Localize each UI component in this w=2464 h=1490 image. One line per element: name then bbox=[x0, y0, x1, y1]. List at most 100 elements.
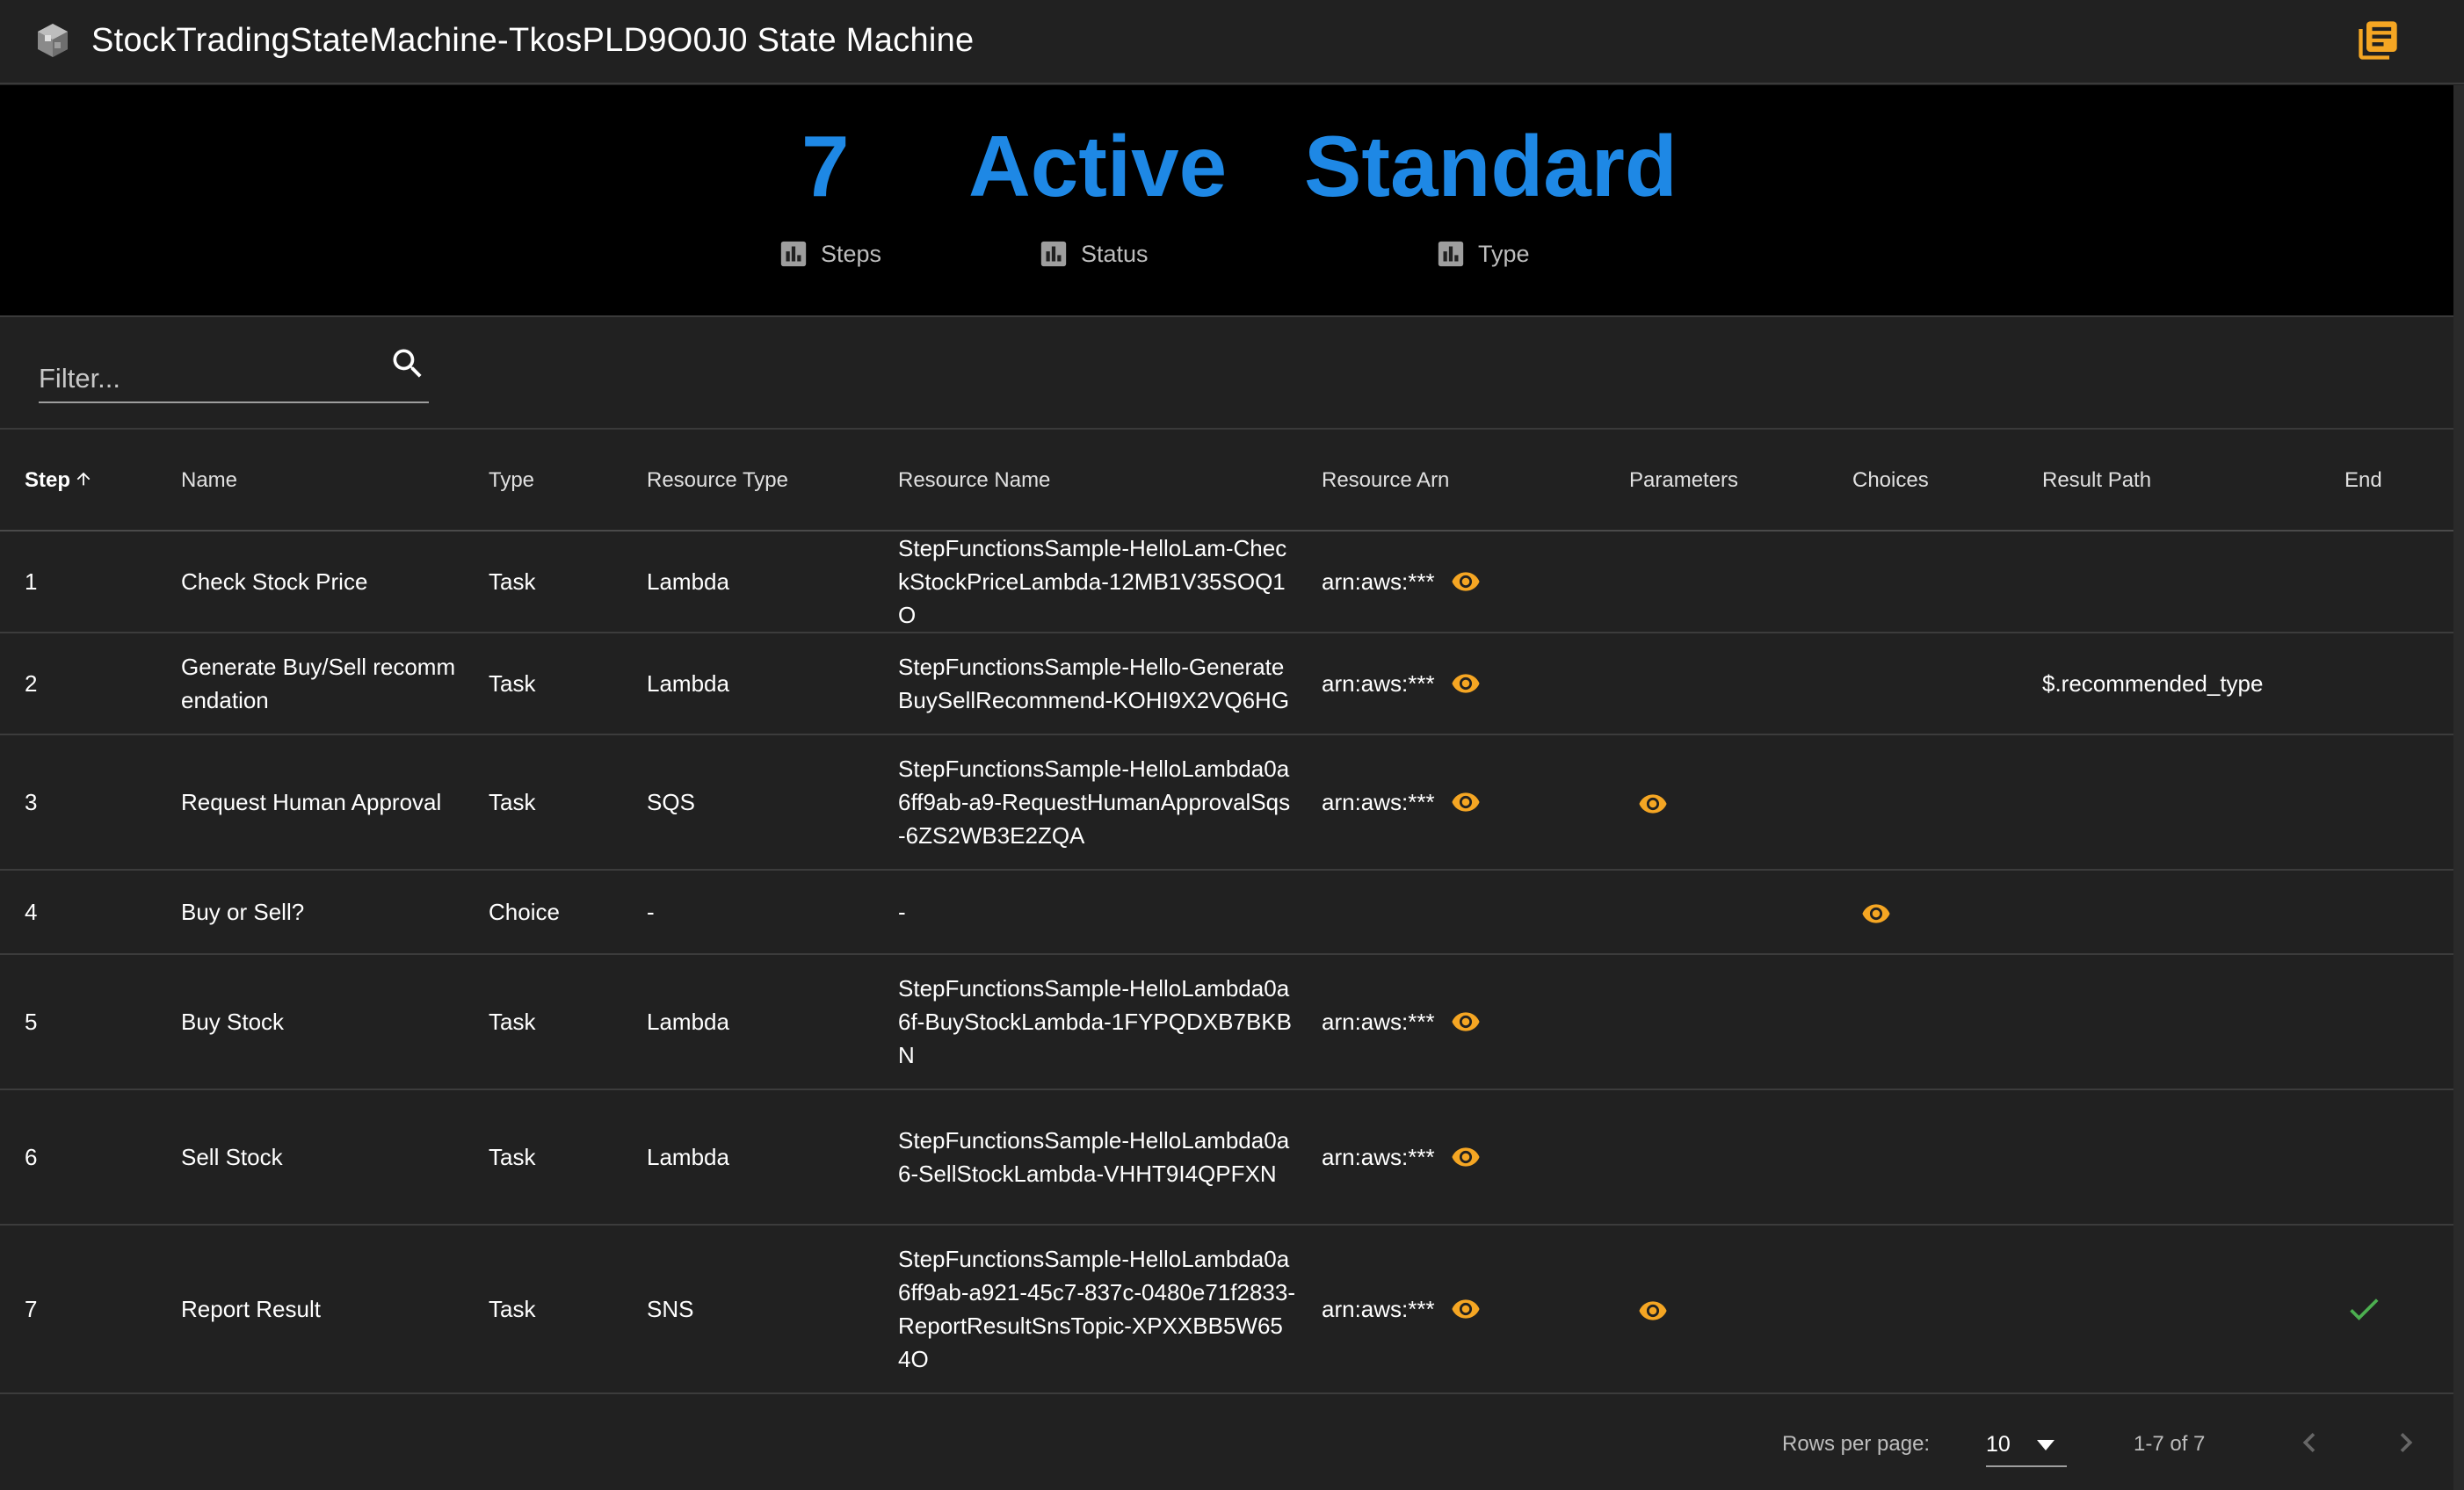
table-row: 2 Generate Buy/Sell recommendation Task Lam… bbox=[0, 633, 2453, 735]
bar-chart-icon bbox=[1438, 241, 1464, 267]
resource-arn-text: arn:aws:*** bbox=[1322, 568, 1435, 595]
column-header-parameters[interactable]: Parameters bbox=[1629, 430, 1852, 532]
table-row: 1 Check Stock Price Task Lambda StepFunction… bbox=[0, 531, 2453, 633]
column-header-step-label: Step bbox=[25, 467, 71, 492]
cell-resource-arn: arn:aws:*** bbox=[1322, 1140, 1629, 1174]
eye-icon[interactable] bbox=[1451, 1007, 1481, 1037]
cell-resource-name: StepFunctionsSample-HelloLam-CheckStockP… bbox=[898, 535, 1287, 628]
stat-type-label-row: Type bbox=[1436, 236, 1530, 271]
stat-steps-value: 7 bbox=[801, 118, 850, 214]
cell-name: Report Result bbox=[181, 1296, 321, 1322]
eye-icon[interactable] bbox=[1638, 789, 1668, 819]
cell-resource-type: Lambda bbox=[647, 568, 729, 595]
column-header-resource-arn[interactable]: Resource Arn bbox=[1322, 430, 1629, 532]
cell-resource-type: - bbox=[647, 899, 655, 925]
cell-resource-type: Lambda bbox=[647, 1009, 729, 1035]
library-books-icon[interactable] bbox=[2355, 18, 2401, 63]
cell-resource-arn: arn:aws:*** bbox=[1322, 565, 1629, 598]
column-header-result-path[interactable]: Result Path bbox=[2042, 430, 2344, 532]
scrollbar-track[interactable] bbox=[2453, 85, 2464, 1490]
cell-resource-name: - bbox=[898, 899, 906, 925]
stat-steps-label-row: Steps bbox=[779, 236, 881, 271]
cell-name: Sell Stock bbox=[181, 1144, 283, 1170]
table-row: 5 Buy Stock Task Lambda StepFunctionsSample-… bbox=[0, 954, 2453, 1090]
cell-step: 4 bbox=[25, 899, 38, 925]
page-title: StockTradingStateMachine-TkosPLD9O0J0 St… bbox=[91, 22, 975, 59]
eye-icon[interactable] bbox=[1451, 1294, 1481, 1324]
cell-resource-type: SQS bbox=[647, 789, 695, 815]
cell-step: 3 bbox=[25, 789, 38, 815]
pagination-bar: Rows per page: 10 1-7 of 7 bbox=[0, 1395, 2453, 1490]
table-row: 4 Buy or Sell? Choice - - bbox=[0, 870, 2453, 955]
rows-per-page-label: Rows per page: bbox=[1782, 1432, 1931, 1456]
table-row: 3 Request Human Approval Task SQS StepFuncti… bbox=[0, 734, 2453, 871]
cell-resource-type: Lambda bbox=[647, 1144, 729, 1170]
filter-bar bbox=[0, 315, 2453, 430]
column-header-type[interactable]: Type bbox=[489, 430, 647, 532]
eye-icon[interactable] bbox=[1451, 1142, 1481, 1172]
cell-resource-type: SNS bbox=[647, 1296, 694, 1322]
cell-name: Buy Stock bbox=[181, 1009, 285, 1035]
resource-arn-text: arn:aws:*** bbox=[1322, 1296, 1435, 1322]
cell-type: Task bbox=[489, 670, 536, 697]
stat-status-label: Status bbox=[1081, 240, 1149, 267]
rows-per-page-select[interactable]: 10 bbox=[1986, 1420, 2067, 1467]
eye-icon[interactable] bbox=[1861, 899, 1891, 929]
cell-resource-name: StepFunctionsSample-HelloLambda0a6f-BuyS… bbox=[898, 975, 1292, 1068]
eye-icon[interactable] bbox=[1451, 787, 1481, 817]
cell-result-path: $.recommended_type bbox=[2042, 670, 2264, 697]
eye-icon[interactable] bbox=[1451, 669, 1481, 698]
cell-name: Generate Buy/Sell recommendation bbox=[181, 654, 456, 713]
stat-steps-label: Steps bbox=[821, 240, 882, 267]
search-icon[interactable] bbox=[388, 344, 427, 383]
column-header-resource-type[interactable]: Resource Type bbox=[647, 430, 898, 532]
state-steps-table: Step Name Type Resource Type Resource Na… bbox=[0, 430, 2453, 1394]
cell-type: Choice bbox=[489, 899, 560, 925]
cell-resource-name: StepFunctionsSample-HelloLambda0a6-SellS… bbox=[898, 1127, 1290, 1187]
resource-arn-text: arn:aws:*** bbox=[1322, 1144, 1435, 1170]
cell-step: 6 bbox=[25, 1144, 38, 1170]
cell-resource-name: StepFunctionsSample-HelloLambda0a6ff9ab-… bbox=[898, 1246, 1295, 1372]
filter-input[interactable] bbox=[39, 349, 429, 403]
stat-status-value: Active bbox=[968, 118, 1228, 214]
column-header-name[interactable]: Name bbox=[181, 430, 489, 532]
table-body: 1 Check Stock Price Task Lambda StepFunction… bbox=[0, 531, 2453, 1394]
eye-icon[interactable] bbox=[1451, 567, 1481, 597]
column-header-resource-name[interactable]: Resource Name bbox=[898, 430, 1322, 532]
resource-arn-text: arn:aws:*** bbox=[1322, 1009, 1435, 1035]
cell-step: 7 bbox=[25, 1296, 38, 1322]
arrow-up-icon bbox=[76, 472, 91, 485]
stat-type-label: Type bbox=[1478, 240, 1530, 267]
cell-resource-type: Lambda bbox=[647, 670, 729, 697]
table-row: 7 Report Result Task SNS StepFunctionsSample… bbox=[0, 1225, 2453, 1394]
resource-arn-text: arn:aws:*** bbox=[1322, 789, 1435, 815]
resource-arn-text: arn:aws:*** bbox=[1322, 670, 1435, 697]
cell-name: Request Human Approval bbox=[181, 789, 442, 815]
app-root: StockTradingStateMachine-TkosPLD9O0J0 St… bbox=[0, 0, 2464, 1490]
column-header-end[interactable]: End bbox=[2344, 430, 2453, 532]
stat-status-label-row: Status bbox=[1039, 236, 1149, 271]
cell-type: Task bbox=[489, 1296, 536, 1322]
bar-chart-icon bbox=[780, 241, 807, 267]
column-header-choices[interactable]: Choices bbox=[1852, 430, 2042, 532]
cell-resource-arn: arn:aws:*** bbox=[1322, 1005, 1629, 1038]
rows-per-page-value: 10 bbox=[1986, 1432, 2011, 1457]
check-icon bbox=[2350, 1298, 2379, 1320]
chevron-right-icon[interactable] bbox=[2387, 1423, 2425, 1462]
cell-step: 2 bbox=[25, 670, 38, 697]
cell-type: Task bbox=[489, 789, 536, 815]
cube-icon bbox=[38, 24, 68, 57]
table-row: 6 Sell Stock Task Lambda StepFunctionsSample… bbox=[0, 1089, 2453, 1226]
bar-chart-icon bbox=[1040, 241, 1067, 267]
column-header-step[interactable]: Step bbox=[0, 430, 181, 532]
cell-resource-arn: arn:aws:*** bbox=[1322, 667, 1629, 700]
cell-name: Check Stock Price bbox=[181, 568, 368, 595]
cell-step: 1 bbox=[25, 568, 38, 595]
cell-resource-name: StepFunctionsSample-HelloLambda0a6ff9ab-… bbox=[898, 756, 1291, 849]
stat-type-value: Standard bbox=[1304, 118, 1678, 214]
pagination-range: 1-7 of 7 bbox=[2134, 1432, 2206, 1456]
chevron-left-icon[interactable] bbox=[2290, 1423, 2329, 1462]
cell-resource-arn: arn:aws:*** bbox=[1322, 785, 1629, 819]
caret-down-icon bbox=[2037, 1440, 2055, 1450]
eye-icon[interactable] bbox=[1638, 1296, 1668, 1326]
